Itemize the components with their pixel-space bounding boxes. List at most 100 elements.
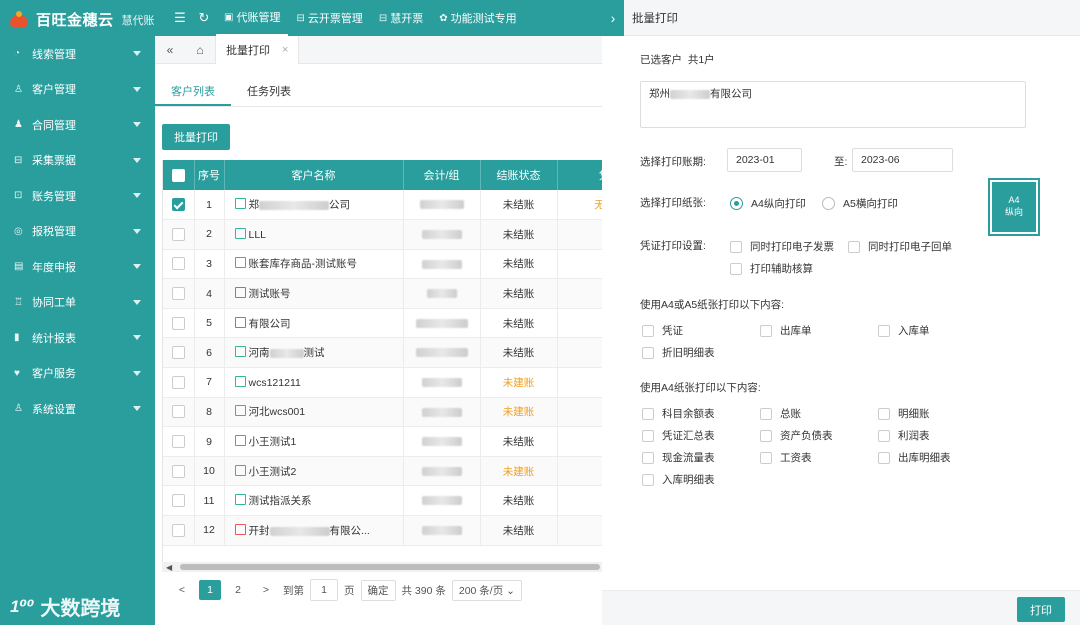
option-voucher[interactable]: 凭证 [642, 323, 683, 338]
row-checkbox[interactable] [171, 405, 185, 419]
option-e-receipt[interactable]: 同时打印电子回单 [848, 239, 952, 254]
checkbox[interactable] [878, 407, 890, 420]
checkbox[interactable] [642, 451, 654, 464]
row-checkbox[interactable] [171, 287, 185, 301]
page-2-button[interactable]: 2 [227, 580, 249, 600]
prev-page-button[interactable]: < [171, 580, 193, 600]
checkbox[interactable] [730, 240, 742, 253]
row-select-cell[interactable] [163, 456, 195, 487]
topnav-item-1[interactable]: ⊟ 云开票管理 [288, 0, 370, 36]
option-e-invoice[interactable]: 同时打印电子发票 [730, 239, 834, 254]
checkbox[interactable] [642, 429, 654, 442]
page-1-button[interactable]: 1 [199, 580, 221, 600]
row-select-cell[interactable] [163, 337, 195, 369]
table-row[interactable]: 6 河南 测试 未结账-- [163, 337, 602, 369]
page-number-input[interactable]: 1 [310, 579, 338, 601]
row-select-cell[interactable] [163, 278, 195, 309]
customer-name-cell[interactable]: 账套库存商品-测试账号 [224, 249, 404, 280]
row-select-cell[interactable] [163, 219, 195, 250]
option-outbound[interactable]: 出库单 [760, 323, 812, 338]
checkbox[interactable] [878, 324, 890, 337]
period-from-input[interactable]: 2023-01 [727, 148, 802, 172]
checkbox[interactable] [760, 429, 772, 442]
row-checkbox[interactable] [171, 346, 185, 360]
sidebar-item-8[interactable]: ▮ 统计报表 [0, 320, 155, 356]
sidebar-item-6[interactable]: ▤ 年度申报 [0, 249, 155, 285]
row-select-cell[interactable] [163, 249, 195, 280]
batch-print-button[interactable]: 批量打印 [162, 124, 230, 150]
period-to-input[interactable]: 2023-06 [852, 148, 953, 172]
row-select-cell[interactable] [163, 308, 195, 339]
sidebar-item-4[interactable]: ⊡ 账务管理 [0, 178, 155, 214]
row-checkbox[interactable] [171, 257, 185, 271]
refresh-icon[interactable]: ↻ [192, 10, 216, 26]
table-row[interactable]: 8 河北wcs001 未建账-- [163, 397, 602, 428]
table-row[interactable]: 1 郑 公司 未结账无数据 [163, 190, 602, 221]
tab-task-list[interactable]: 任务列表 [231, 80, 307, 106]
customer-name-cell[interactable]: 河北wcs001 [224, 397, 404, 428]
table-row[interactable]: 5 有限公司 未结账-- [163, 308, 602, 339]
row-checkbox[interactable] [171, 523, 185, 537]
row-checkbox[interactable] [171, 375, 185, 389]
checkbox[interactable] [878, 429, 890, 442]
sidebar-item-10[interactable]: ♙ 系统设置 [0, 391, 155, 427]
select-all-checkbox[interactable] [171, 168, 185, 182]
tab-customer-list[interactable]: 客户列表 [155, 80, 231, 106]
option-general-ledger[interactable]: 总账 [760, 406, 801, 421]
option-inbound[interactable]: 入库单 [878, 323, 930, 338]
table-row[interactable]: 10 小王测试2 未建账-- [163, 456, 602, 487]
option-balance-sheet[interactable]: 资产负债表 [760, 428, 833, 443]
sidebar-item-3[interactable]: ⊟ 采集票据 [0, 143, 155, 179]
row-checkbox[interactable] [171, 464, 185, 478]
checkbox[interactable] [642, 346, 654, 359]
table-row[interactable]: 4 测试账号 未结账-- [163, 278, 602, 309]
topnav-item-2[interactable]: ⊟ 慧开票 [371, 0, 431, 36]
checkbox[interactable] [760, 451, 772, 464]
app-logo[interactable]: 百旺金穗云 慧代账 [8, 9, 155, 30]
panel-collapse-chevron-icon[interactable]: › [602, 0, 624, 36]
row-checkbox[interactable] [171, 435, 185, 449]
option-depreciation[interactable]: 折旧明细表 [642, 345, 715, 360]
row-checkbox[interactable] [171, 316, 185, 330]
row-checkbox[interactable] [171, 494, 185, 508]
checkbox[interactable] [730, 262, 742, 275]
customer-name-cell[interactable]: 测试账号 [224, 278, 404, 309]
table-row[interactable]: 12 开封 有限公... 未结账-- [163, 515, 602, 546]
customer-name-cell[interactable]: 开封 有限公... [224, 515, 404, 546]
checkbox[interactable] [642, 324, 654, 337]
customer-name-cell[interactable]: 郑 公司 [224, 190, 404, 221]
option-payroll[interactable]: 工资表 [760, 450, 812, 465]
option-outbound-detail[interactable]: 出库明细表 [878, 450, 951, 465]
checkbox[interactable] [848, 240, 860, 253]
close-icon[interactable]: × [282, 44, 288, 56]
row-select-cell[interactable] [163, 367, 195, 398]
scroll-thumb[interactable] [180, 564, 600, 570]
table-row[interactable]: 9 小王测试1 未结账-- [163, 426, 602, 457]
checkbox[interactable] [642, 407, 654, 420]
scroll-left-icon[interactable]: ◀ [166, 563, 172, 572]
table-row[interactable]: 7 wcs121211 未建账-- [163, 367, 602, 398]
radio-a4[interactable] [730, 197, 743, 210]
selected-customers-box[interactable]: 郑州 有限公司 [640, 81, 1026, 128]
sidebar-item-2[interactable]: ♟ 合同管理 [0, 107, 155, 143]
sidebar-item-0[interactable]: ◔ 线索管理 [0, 36, 155, 72]
select-all-header[interactable] [163, 160, 195, 190]
row-select-cell[interactable] [163, 397, 195, 428]
table-row[interactable]: 3 账套库存商品-测试账号 未结账-- [163, 249, 602, 280]
row-checkbox[interactable] [171, 227, 185, 241]
sidebar-item-7[interactable]: ♖ 协同工单 [0, 285, 155, 321]
page-size-select[interactable]: 200 条/页 ⌄ [451, 579, 522, 601]
row-select-cell[interactable] [163, 426, 195, 457]
checkbox[interactable] [878, 451, 890, 464]
row-select-cell[interactable] [163, 485, 195, 517]
confirm-page-button[interactable]: 确定 [360, 579, 396, 601]
option-voucher-summary[interactable]: 凭证汇总表 [642, 428, 715, 443]
sidebar-item-9[interactable]: ♥ 客户服务 [0, 356, 155, 392]
double-chevron-left-icon[interactable]: « [155, 43, 185, 57]
topnav-item-3[interactable]: ✿ 功能测试专用 [431, 0, 524, 36]
home-icon[interactable]: ⌂ [185, 43, 215, 57]
checkbox[interactable] [760, 324, 772, 337]
customer-name-cell[interactable]: 河南 测试 [224, 337, 404, 369]
sidebar-item-5[interactable]: ◎ 报税管理 [0, 214, 155, 250]
customer-name-cell[interactable]: 小王测试2 [224, 456, 404, 487]
